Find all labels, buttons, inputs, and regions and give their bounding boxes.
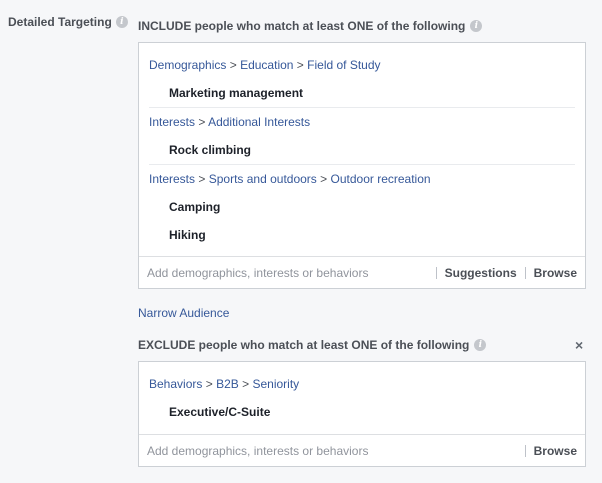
targeting-item[interactable]: Rock climbing [149, 136, 575, 164]
path-separator: > [198, 172, 206, 186]
path-separator: > [205, 377, 213, 391]
include-input-row: Add demographics, interests or behaviors… [139, 256, 585, 288]
exclude-section-title: EXCLUDE people who match at least ONE of… [138, 338, 487, 352]
category-path: Interests > Additional Interests [149, 107, 575, 136]
category-path: Demographics > Education > Field of Stud… [149, 51, 575, 79]
category-path: Behaviors > B2B > Seniority [149, 370, 575, 398]
exclude-title-text: EXCLUDE people who match at least ONE of… [138, 338, 470, 352]
detailed-targeting-label: Detailed Targeting i [8, 15, 128, 29]
path-separator: > [320, 172, 328, 186]
include-section-title: INCLUDE people who match at least ONE of… [138, 19, 483, 33]
exclude-search-input[interactable]: Add demographics, interests or behaviors [147, 444, 517, 458]
info-icon[interactable]: i [115, 16, 128, 28]
exclude-box: Behaviors > B2B > Seniority Executive/C-S… [138, 361, 586, 467]
category-link[interactable]: Demographics [149, 58, 226, 72]
close-exclude-icon[interactable]: × [575, 337, 583, 353]
path-separator: > [229, 58, 237, 72]
category-path: Interests > Sports and outdoors > Outdoo… [149, 164, 575, 193]
category-link[interactable]: Behaviors [149, 377, 202, 391]
targeting-item[interactable]: Executive/C-Suite [149, 398, 575, 426]
path-separator: > [198, 115, 206, 129]
info-icon[interactable]: i [470, 20, 483, 32]
include-groups: Demographics > Education > Field of Stud… [139, 43, 585, 249]
category-link[interactable]: Additional Interests [208, 115, 310, 129]
targeting-item[interactable]: Hiking [149, 221, 575, 249]
include-search-input[interactable]: Add demographics, interests or behaviors [147, 266, 428, 280]
category-link[interactable]: Education [240, 58, 293, 72]
path-separator: > [296, 58, 304, 72]
targeting-item[interactable]: Camping [149, 193, 575, 221]
category-link[interactable]: Sports and outdoors [209, 172, 317, 186]
narrow-audience-link[interactable]: Narrow Audience [138, 306, 229, 320]
info-icon[interactable]: i [474, 339, 487, 351]
include-title-text: INCLUDE people who match at least ONE of… [138, 19, 466, 33]
exclude-input-row: Add demographics, interests or behaviors… [139, 434, 585, 466]
category-link[interactable]: Interests [149, 115, 195, 129]
category-link[interactable]: Outdoor recreation [331, 172, 431, 186]
targeting-group: Interests > Sports and outdoors > Outdoo… [139, 164, 585, 249]
category-link[interactable]: Interests [149, 172, 195, 186]
include-box: Demographics > Education > Field of Stud… [138, 42, 586, 289]
category-link[interactable]: Seniority [252, 377, 299, 391]
targeting-group: Demographics > Education > Field of Stud… [139, 51, 585, 107]
suggestions-button[interactable]: Suggestions [437, 266, 517, 280]
targeting-group: Behaviors > B2B > Seniority Executive/C-S… [139, 370, 585, 426]
category-link[interactable]: Field of Study [307, 58, 380, 72]
browse-button[interactable]: Browse [526, 266, 577, 280]
path-separator: > [242, 377, 250, 391]
targeting-item[interactable]: Marketing management [149, 79, 575, 107]
browse-button[interactable]: Browse [526, 444, 577, 458]
targeting-group: Interests > Additional Interests Rock cli… [139, 107, 585, 164]
exclude-groups: Behaviors > B2B > Seniority Executive/C-S… [139, 362, 585, 426]
category-link[interactable]: B2B [216, 377, 239, 391]
detailed-targeting-text: Detailed Targeting [8, 15, 112, 29]
